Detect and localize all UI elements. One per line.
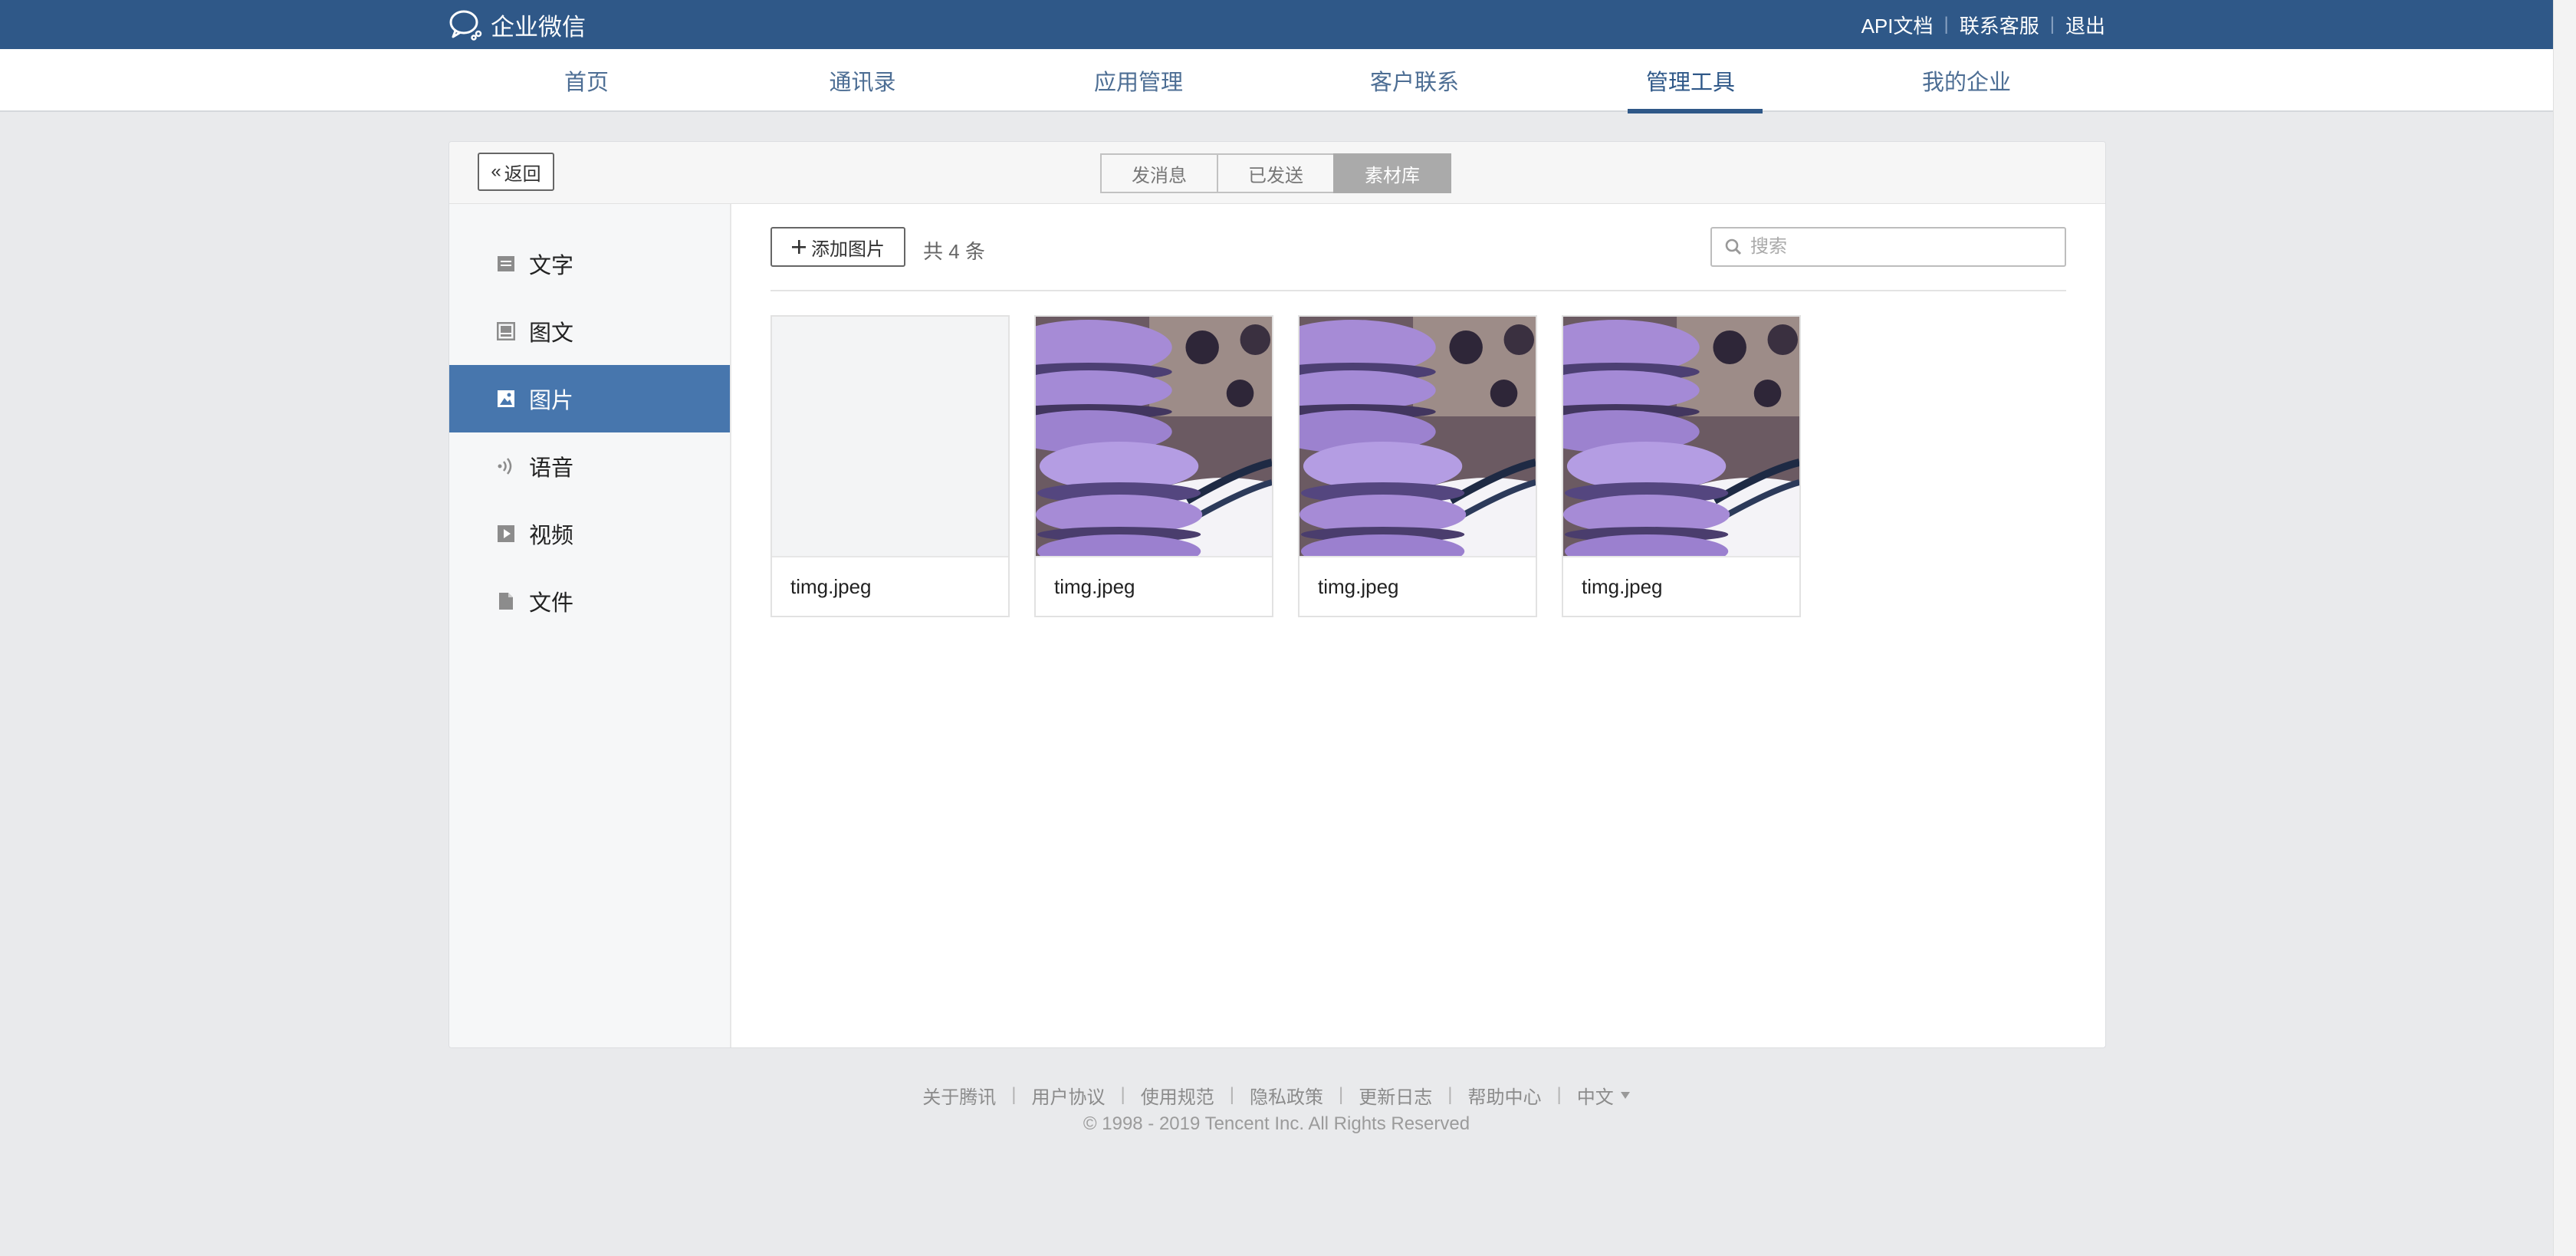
nav-home[interactable]: 首页 [449,49,724,112]
language-select[interactable]: 中文 [1577,1082,1631,1109]
chat-bubble-icon [449,10,482,41]
tab-material-library[interactable]: 素材库 [1333,153,1451,193]
nav-management-tools[interactable]: 管理工具 [1552,49,1829,113]
footer-link-usage-rules[interactable]: 使用规范 [1141,1082,1214,1109]
item-count: 共 4 条 [923,240,985,263]
macaron-thumbnail [1300,317,1536,556]
contact-support-link[interactable]: 联系客服 [1960,11,2039,39]
image-card[interactable]: timg.jpeg [1298,315,1537,617]
material-content: 添加图片 共 4 条 timg.jpeg [731,204,2105,1047]
sidebar-item-text[interactable]: 文字 [449,230,730,298]
image-card[interactable]: timg.jpeg [1562,315,1801,617]
sidebar-item-voice[interactable]: 语音 [449,432,730,500]
voice-icon [497,457,515,475]
sidebar-item-article[interactable]: 图文 [449,298,730,365]
caret-down-icon [1620,1092,1630,1099]
image-icon [497,390,515,408]
nav-my-enterprise[interactable]: 我的企业 [1829,49,2104,112]
image-grid: timg.jpeg timg.jpeg timg.jpeg timg.jpeg [770,315,1801,617]
double-chevron-left-icon: « [491,161,501,182]
image-filename: timg.jpeg [1036,556,1272,616]
app-name: 企业微信 [491,13,586,41]
footer-link-changelog[interactable]: 更新日志 [1359,1082,1432,1109]
article-icon [497,322,515,340]
message-tabs: 发消息 已发送 素材库 [1100,153,1451,193]
separator: | [1447,1084,1453,1105]
panel-header: « 返回 发消息 已发送 素材库 [449,142,2105,204]
separator: | [2049,14,2055,35]
tab-sent[interactable]: 已发送 [1217,153,1335,193]
tab-send-message[interactable]: 发消息 [1100,153,1218,193]
sidebar-item-label: 语音 [529,456,574,481]
search-box[interactable] [1710,227,2066,267]
text-doc-icon [497,255,515,273]
image-card[interactable]: timg.jpeg [1034,315,1273,617]
material-type-sidebar: 文字 图文 图片 语音 视频 文件 [449,204,731,1047]
nav-customer-contact[interactable]: 客户联系 [1276,49,1552,112]
macaron-thumbnail [1036,317,1272,556]
language-label: 中文 [1576,1087,1614,1108]
main-panel: « 返回 发消息 已发送 素材库 文字 图文 图片 语音 视频 文件 添加图片 … [449,141,2106,1048]
separator: | [1120,1084,1125,1105]
sidebar-item-video[interactable]: 视频 [449,500,730,567]
separator: | [1229,1084,1234,1105]
nav-app-management[interactable]: 应用管理 [1001,49,1276,112]
nav-contacts[interactable]: 通讯录 [724,49,1001,112]
sidebar-item-label: 视频 [529,524,574,548]
page-scrollbar[interactable] [2553,0,2576,1256]
copyright: © 1998 - 2019 Tencent Inc. All Rights Re… [1083,1113,1470,1134]
plus-icon [792,240,806,254]
sidebar-item-label: 文字 [529,254,574,278]
separator: | [1011,1084,1017,1105]
footer-link-user-agreement[interactable]: 用户协议 [1032,1082,1106,1109]
image-placeholder [772,317,1008,556]
search-icon [1725,238,1742,255]
top-links: API文档 | 联系客服 | 退出 [1861,0,2105,49]
image-card[interactable]: timg.jpeg [770,315,1010,617]
image-filename: timg.jpeg [1563,556,1799,616]
sidebar-item-label: 图片 [529,389,574,413]
file-icon [497,592,515,610]
back-button[interactable]: « 返回 [478,153,554,191]
search-input[interactable] [1750,236,2057,258]
add-image-label: 添加图片 [811,238,885,260]
footer-link-help[interactable]: 帮助中心 [1467,1082,1541,1109]
app-logo[interactable]: 企业微信 [448,8,586,41]
macaron-thumbnail [1563,317,1799,556]
main-nav: 首页 通讯录 应用管理 客户联系 管理工具 我的企业 [0,49,2553,113]
image-filename: timg.jpeg [1300,556,1536,616]
back-button-label: 返回 [504,163,541,185]
top-bar: 企业微信 API文档 | 联系客服 | 退出 [0,0,2553,49]
footer-link-about[interactable]: 关于腾讯 [922,1082,996,1109]
add-image-button[interactable]: 添加图片 [770,227,905,267]
logout-link[interactable]: 退出 [2065,11,2105,39]
video-icon [497,524,515,543]
sidebar-item-file[interactable]: 文件 [449,567,730,635]
api-docs-link[interactable]: API文档 [1861,11,1934,39]
separator: | [1944,14,1949,35]
separator: | [1339,1084,1344,1105]
footer-links: 关于腾讯 | 用户协议 | 使用规范 | 隐私政策 | 更新日志 | 帮助中心 … [0,1080,2553,1110]
divider [770,290,2066,291]
sidebar-item-label: 文件 [529,591,574,616]
separator: | [1556,1084,1562,1105]
sidebar-item-image[interactable]: 图片 [449,365,730,432]
footer-link-privacy[interactable]: 隐私政策 [1250,1082,1323,1109]
sidebar-item-label: 图文 [529,321,574,346]
image-filename: timg.jpeg [772,556,1008,616]
